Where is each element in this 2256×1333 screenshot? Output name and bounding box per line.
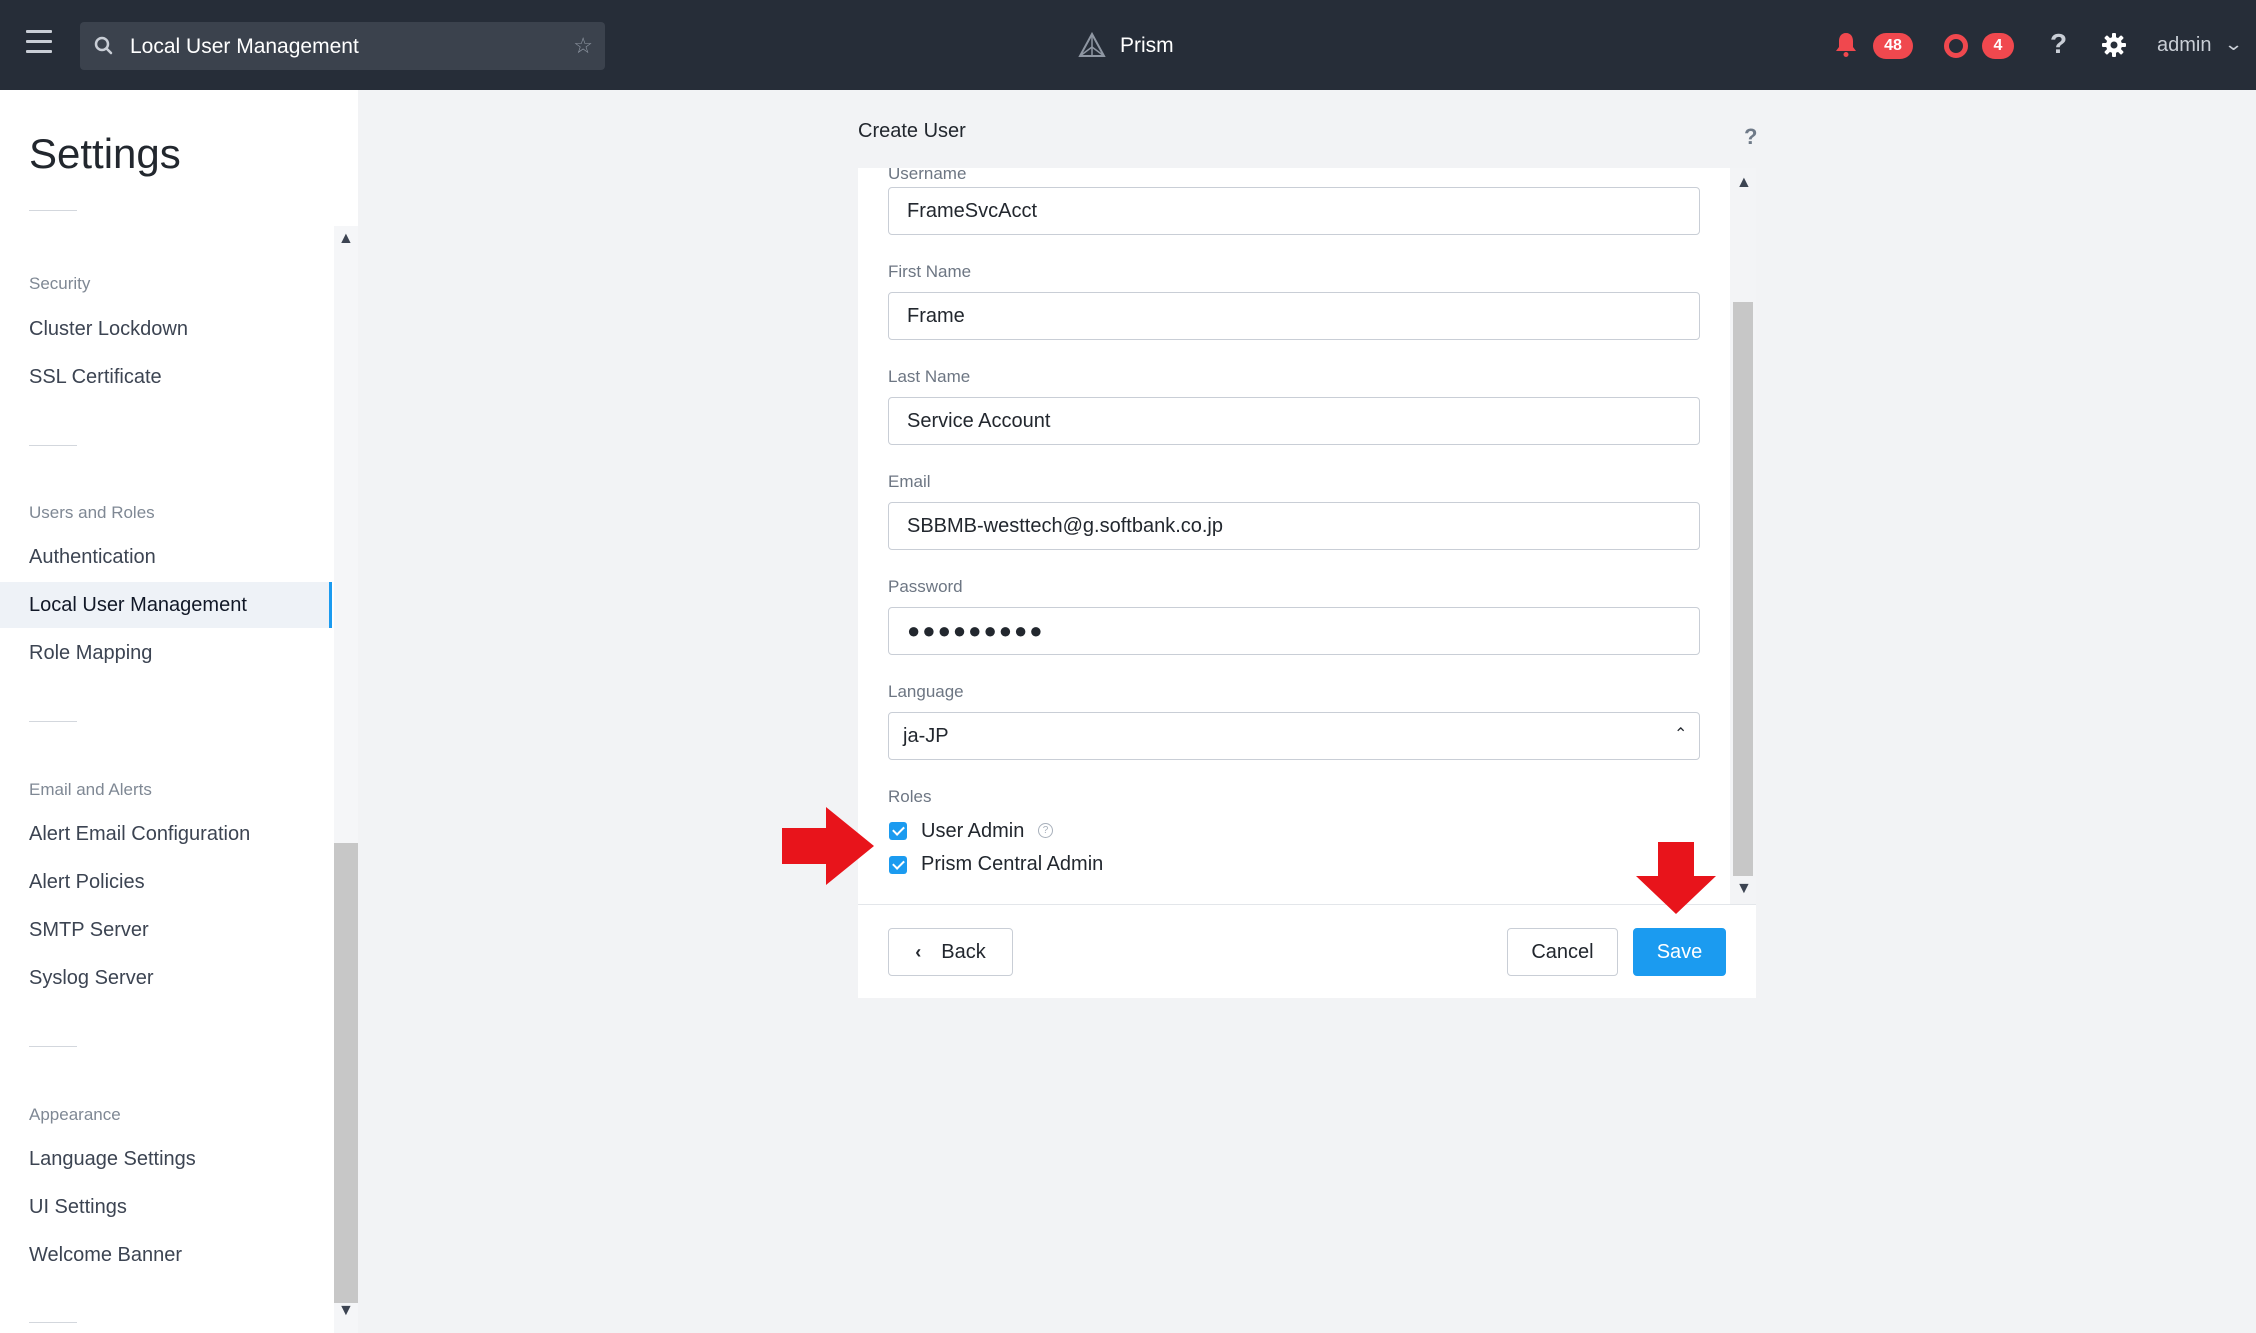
star-icon[interactable]: ☆ xyxy=(573,33,593,59)
roles-label: Roles xyxy=(888,787,932,806)
sidebar-scrollbar-thumb[interactable] xyxy=(334,843,358,1303)
divider xyxy=(29,1046,77,1047)
sidebar-item-alert-policies[interactable]: Alert Policies xyxy=(0,859,332,905)
chevron-left-icon: ‹ xyxy=(915,942,922,962)
cancel-button[interactable]: Cancel xyxy=(1507,928,1618,976)
chevron-up-icon[interactable]: ▲ xyxy=(1736,174,1752,192)
events-ring-icon[interactable] xyxy=(1944,34,1968,58)
divider xyxy=(29,210,77,211)
language-label: Language xyxy=(888,682,964,701)
password-field[interactable]: ●●●●●●●●● xyxy=(888,607,1700,655)
events-count-badge[interactable]: 4 xyxy=(1982,33,2014,59)
sidebar-item-welcome-banner[interactable]: Welcome Banner xyxy=(0,1232,332,1278)
bell-icon[interactable] xyxy=(1833,30,1859,58)
sidebar-item-ssl-certificate[interactable]: SSL Certificate xyxy=(0,354,332,400)
chevron-down-icon[interactable]: ⌄ xyxy=(2224,34,2244,55)
user-admin-label[interactable]: User Admin xyxy=(921,820,1024,843)
gear-icon[interactable] xyxy=(2100,31,2128,59)
help-icon[interactable]: ? xyxy=(2050,28,2067,60)
help-icon[interactable]: ? xyxy=(1744,124,1757,150)
first-name-field[interactable]: Frame xyxy=(888,292,1700,340)
section-label-users-and-roles: Users and Roles xyxy=(29,503,155,522)
chevron-up-icon[interactable]: ⌃ xyxy=(1674,724,1687,744)
sidebar-item-syslog-server[interactable]: Syslog Server xyxy=(0,955,332,1001)
last-name-label: Last Name xyxy=(888,367,971,386)
alerts-count-badge[interactable]: 48 xyxy=(1873,33,1913,59)
divider xyxy=(29,445,77,446)
sidebar-item-smtp-server[interactable]: SMTP Server xyxy=(0,907,332,953)
sidebar-item-language-settings[interactable]: Language Settings xyxy=(0,1136,332,1182)
sidebar-item-cluster-lockdown[interactable]: Cluster Lockdown xyxy=(0,306,332,352)
email-label: Email xyxy=(888,472,931,491)
section-label-appearance: Appearance xyxy=(29,1105,121,1124)
hamburger-menu-icon[interactable] xyxy=(26,30,52,56)
top-bar: Local User Management ☆ Prism 48 4 ? adm… xyxy=(0,0,2256,90)
password-label: Password xyxy=(888,577,963,596)
page-title: Settings xyxy=(29,130,181,177)
search-icon xyxy=(94,36,113,55)
prism-central-admin-checkbox[interactable] xyxy=(889,856,907,874)
chevron-down-icon[interactable]: ▼ xyxy=(1736,880,1752,898)
section-label-email-and-alerts: Email and Alerts xyxy=(29,780,152,799)
search-bar[interactable]: Local User Management ☆ xyxy=(80,22,605,70)
username-label: Username xyxy=(888,168,967,183)
sidebar-item-local-user-management[interactable]: Local User Management xyxy=(0,582,332,628)
brand: Prism xyxy=(1078,30,1174,62)
divider xyxy=(29,721,77,722)
brand-name: Prism xyxy=(1120,34,1174,57)
red-arrow-right-icon xyxy=(782,807,874,885)
back-button[interactable]: ‹ Back xyxy=(888,928,1013,976)
sidebar-item-role-mapping[interactable]: Role Mapping xyxy=(0,630,332,676)
first-name-label: First Name xyxy=(888,262,972,281)
sidebar-item-alert-email-configuration[interactable]: Alert Email Configuration xyxy=(0,811,332,857)
user-menu[interactable]: admin xyxy=(2157,34,2211,57)
divider xyxy=(29,1322,77,1323)
sidebar-item-ui-settings[interactable]: UI Settings xyxy=(0,1184,332,1230)
username-field[interactable]: FrameSvcAcct xyxy=(888,187,1700,235)
language-select[interactable]: ja-JP xyxy=(888,712,1700,760)
email-field[interactable]: SBBMB-westtech@g.softbank.co.jp xyxy=(888,502,1700,550)
sidebar-item-authentication[interactable]: Authentication xyxy=(0,534,332,580)
last-name-field[interactable]: Service Account xyxy=(888,397,1700,445)
red-arrow-down-icon xyxy=(1636,842,1716,914)
dialog-title: Create User xyxy=(858,120,966,142)
chevron-up-icon[interactable]: ▲ xyxy=(338,230,354,248)
user-admin-checkbox[interactable] xyxy=(889,822,907,840)
prism-central-admin-label[interactable]: Prism Central Admin xyxy=(921,853,1103,876)
search-text: Local User Management xyxy=(130,35,359,58)
form-scrollbar-thumb[interactable] xyxy=(1733,302,1753,876)
info-icon[interactable]: ? xyxy=(1038,823,1053,838)
back-button-label: Back xyxy=(941,941,986,963)
prism-logo-icon xyxy=(1078,32,1106,57)
section-label-security: Security xyxy=(29,274,91,293)
save-button[interactable]: Save xyxy=(1633,928,1726,976)
chevron-down-icon[interactable]: ▼ xyxy=(338,1302,354,1320)
